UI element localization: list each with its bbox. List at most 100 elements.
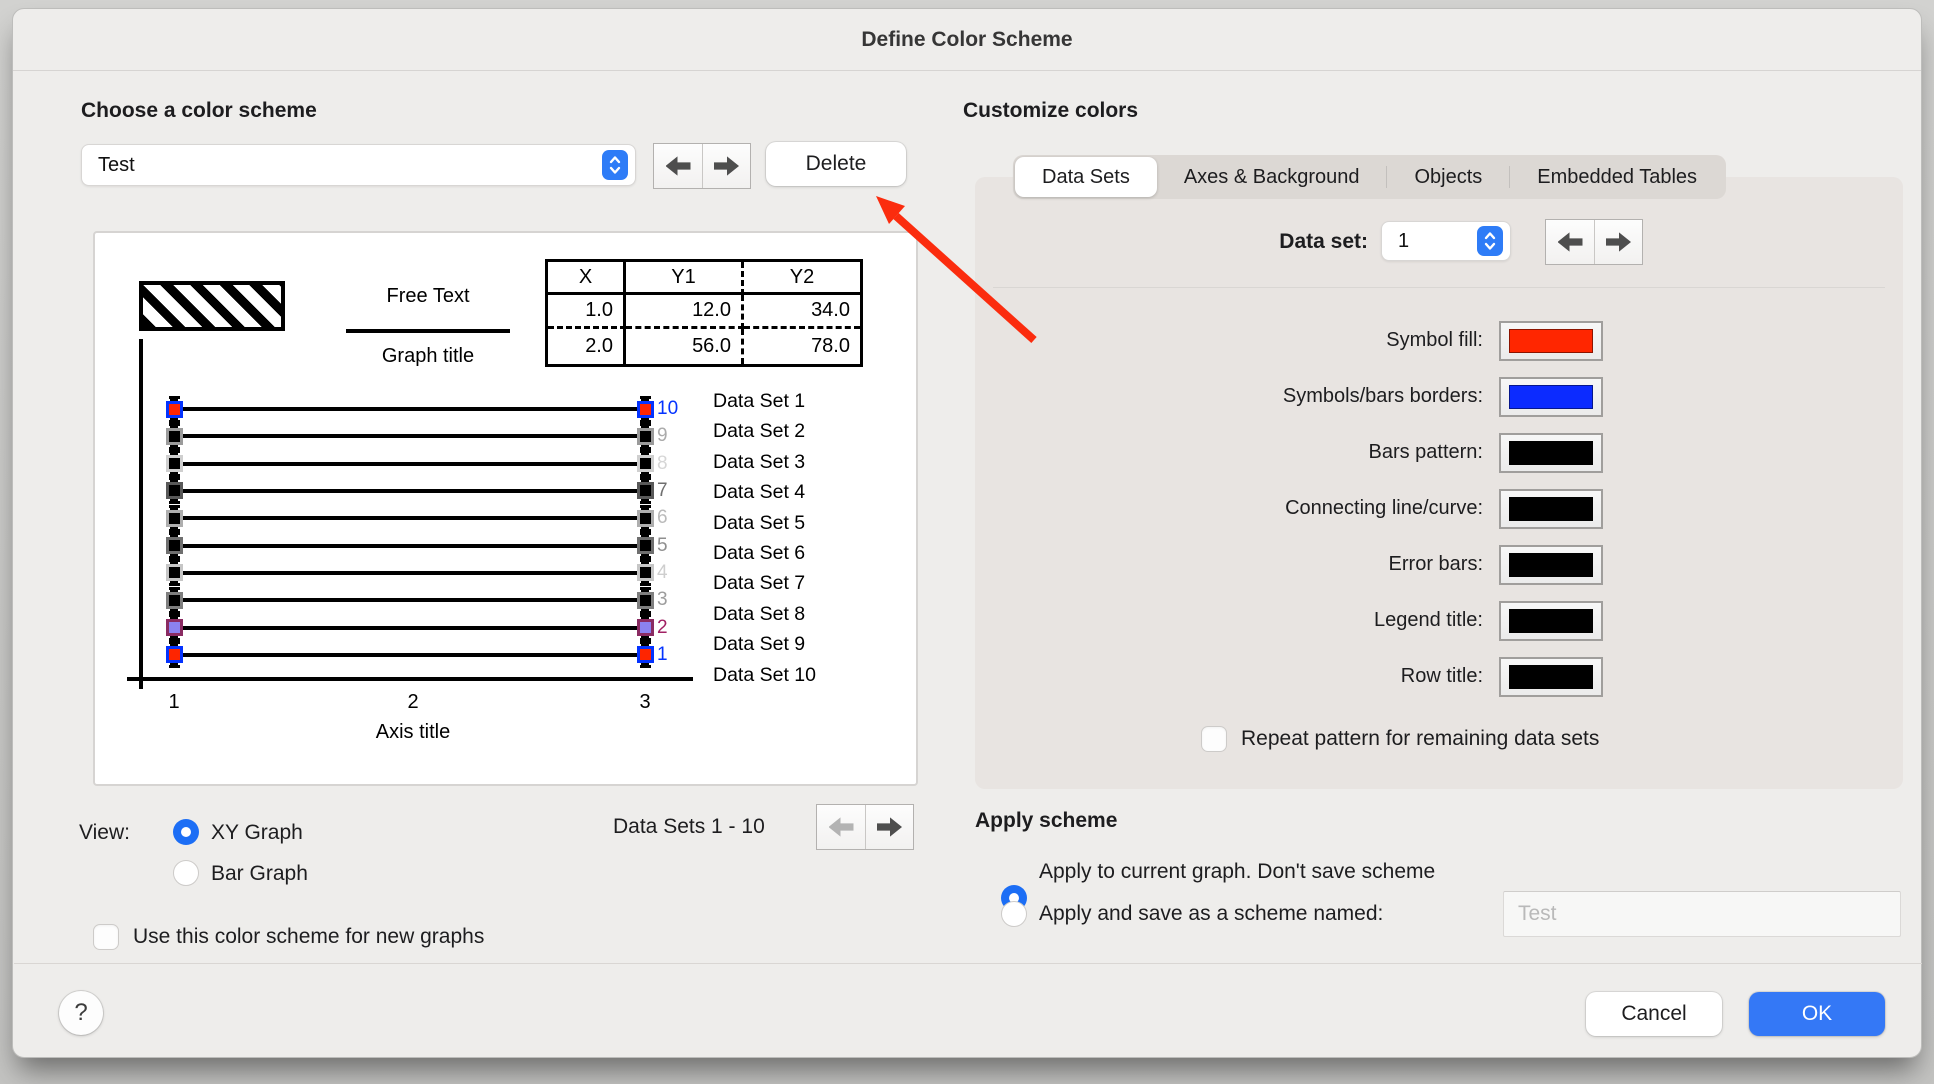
table-cell: 2.0 [548,329,626,364]
data-set-select-value: 1 [1398,230,1409,253]
dataset-number: 9 [657,425,697,447]
data-set-select[interactable]: 1 [1381,221,1511,261]
dataset-line [174,626,645,630]
scheme-select-value: Test [98,154,135,177]
color-well-symbol-fill-[interactable] [1499,321,1603,361]
color-well-legend-title-[interactable] [1499,601,1603,641]
arrow-left-icon [1558,232,1583,253]
use-for-new-graphs-label[interactable]: Use this color scheme for new graphs [133,925,484,949]
color-well-bars-pattern-[interactable] [1499,433,1603,473]
scheme-select[interactable]: Test [81,144,636,186]
tab-embedded-tables[interactable]: Embedded Tables [1510,157,1724,197]
dataset-symbol [166,592,183,609]
scheme-name-input[interactable] [1503,891,1901,937]
dataset-line [174,544,645,548]
view-label: View: [79,821,130,845]
dataset-line [174,571,645,575]
x-tick-label: 3 [625,691,665,714]
preview-y-axis [139,339,143,689]
legend-item: Data Set 1 [713,390,805,413]
error-bar-cap [640,665,651,668]
footer-divider [14,963,1922,964]
delete-button[interactable]: Delete [766,142,906,186]
dataset-symbol [166,401,183,418]
use-for-new-graphs-checkbox[interactable] [93,924,119,950]
dataset-symbol [637,482,654,499]
color-row-label: Row title: [1013,665,1483,688]
table-header-y2: Y2 [744,262,860,295]
dataset-number: 1 [657,644,697,666]
color-row-label: Connecting line/curve: [1013,497,1483,520]
dataset-symbol [166,537,183,554]
tab-objects[interactable]: Objects [1387,157,1509,197]
scheme-prev-button[interactable] [654,144,702,188]
datasets-next-button[interactable] [865,805,913,849]
choose-scheme-heading: Choose a color scheme [81,99,317,123]
help-button[interactable]: ? [59,991,103,1035]
radio-apply-current-label[interactable]: Apply to current graph. Don't save schem… [1039,860,1435,884]
repeat-pattern-checkbox[interactable] [1201,726,1227,752]
customize-tabs: Data SetsAxes & BackgroundObjectsEmbedde… [1013,155,1726,199]
arrow-right-icon [714,156,739,177]
legend-item: Data Set 9 [713,633,805,656]
define-color-scheme-dialog: Define Color Scheme Choose a color schem… [12,8,1922,1058]
color-well-connecting-line-curve-[interactable] [1499,489,1603,529]
dataset-number: 6 [657,507,697,529]
scheme-nav-buttons [653,143,751,189]
table-cell: 78.0 [744,329,860,364]
datasets-prev-button[interactable] [817,805,865,849]
data-set-prev-button[interactable] [1546,220,1594,264]
dialog-title: Define Color Scheme [13,9,1921,71]
color-chip [1509,385,1593,409]
error-bar-cap [169,665,180,668]
dataset-symbol [637,592,654,609]
data-set-label: Data set: [1168,230,1368,254]
arrow-left-icon [666,156,691,177]
color-well-symbols-bars-borders-[interactable] [1499,377,1603,417]
preview-underline [346,329,510,333]
x-tick-label: 1 [154,691,194,714]
scheme-next-button[interactable] [702,144,750,188]
radio-bar-graph-label[interactable]: Bar Graph [211,862,308,886]
repeat-pattern-label[interactable]: Repeat pattern for remaining data sets [1241,727,1599,751]
radio-xy-graph-label[interactable]: XY Graph [211,821,303,845]
tab-axes-background[interactable]: Axes & Background [1157,157,1387,197]
customize-colors-heading: Customize colors [963,99,1138,123]
tab-data-sets[interactable]: Data Sets [1015,157,1157,197]
color-chip [1509,609,1593,633]
radio-xy-graph[interactable] [173,819,199,845]
datasets-range-label: Data Sets 1 - 10 [613,815,765,839]
cancel-button[interactable]: Cancel [1586,992,1722,1036]
ok-button[interactable]: OK [1749,992,1885,1036]
radio-apply-save-label[interactable]: Apply and save as a scheme named: [1039,902,1383,926]
dataset-line [174,462,645,466]
color-chip [1509,329,1593,353]
color-chip [1509,441,1593,465]
dataset-symbol [637,401,654,418]
preview-free-text: Free Text [346,285,510,308]
radio-apply-save[interactable] [1001,901,1027,927]
data-set-nav-buttons [1545,219,1643,265]
color-well-row-title-[interactable] [1499,657,1603,697]
preview-hatch-pattern [139,281,285,331]
dataset-symbol [166,455,183,472]
legend-item: Data Set 2 [713,420,805,443]
dataset-symbol [166,482,183,499]
color-row-label: Error bars: [1013,553,1483,576]
table-cell: 1.0 [548,295,626,329]
dataset-symbol [166,646,183,663]
legend-item: Data Set 6 [713,542,805,565]
dataset-line [174,516,645,520]
legend-item: Data Set 8 [713,603,805,626]
color-row-label: Symbol fill: [1013,329,1483,352]
color-well-error-bars-[interactable] [1499,545,1603,585]
dataset-line [174,407,645,411]
legend-item: Data Set 7 [713,572,805,595]
dataset-number: 2 [657,617,697,639]
data-set-next-button[interactable] [1594,220,1642,264]
select-stepper-icon [602,150,628,180]
legend-item: Data Set 10 [713,664,816,687]
panel-divider [993,287,1885,288]
radio-bar-graph[interactable] [173,860,199,886]
color-row-label: Legend title: [1013,609,1483,632]
